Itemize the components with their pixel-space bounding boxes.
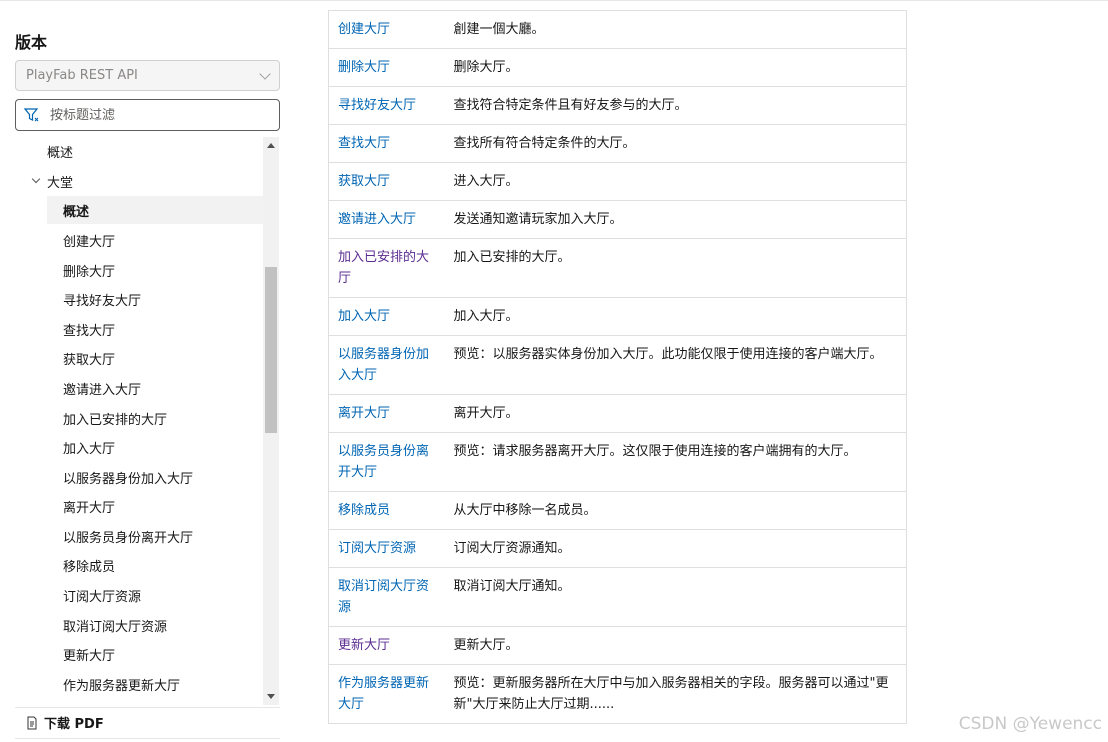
table-row: 加入大厅 加入大厅。	[328, 297, 907, 336]
divider	[15, 707, 280, 708]
operation-link[interactable]: 订阅大厅资源	[338, 541, 416, 556]
toc-item[interactable]: 加入已安排的大厅	[63, 404, 167, 432]
table-row: 以服务员身份离开大厅 预览：请求服务器离开大厅。这仅限于使用连接的客户端拥有的大…	[328, 432, 907, 492]
watermark: CSDN @Yewencc	[958, 714, 1102, 734]
toc-scrollbar[interactable]	[263, 137, 279, 705]
table-row: 寻找好友大厅 查找符合特定条件且有好友参与的大厅。	[328, 86, 907, 125]
operation-link[interactable]: 查找大厅	[338, 136, 390, 151]
toc-item-overview[interactable]: 概述	[47, 137, 73, 165]
operation-description: 离开大厅。	[444, 394, 907, 433]
toc-item[interactable]: 取消订阅大厅资源	[63, 611, 167, 639]
toc-item[interactable]: 离开大厅	[63, 492, 115, 520]
operation-link[interactable]: 以服务器身份加入大厅	[338, 347, 429, 383]
operation-description: 预览：请求服务器离开大厅。这仅限于使用连接的客户端拥有的大厅。	[444, 432, 907, 492]
operation-description: 取消订阅大厅通知。	[444, 567, 907, 627]
operation-description: 预览：更新服务器所在大厅中与加入服务器相关的字段。服务器可以通过"更新"大厅来防…	[444, 664, 907, 724]
table-row: 加入已安排的大厅 加入已安排的大厅。	[328, 238, 907, 298]
operation-link[interactable]: 删除大厅	[338, 60, 390, 75]
scroll-down-arrow-icon[interactable]	[267, 694, 275, 699]
table-row: 订阅大厅资源 订阅大厅资源通知。	[328, 529, 907, 568]
sidebar: 版本 PlayFab REST API 概述 大堂 概述 创建大厅 删除大厅 寻…	[0, 0, 295, 742]
operation-description: 从大厅中移除一名成员。	[444, 491, 907, 530]
table-row: 作为服务器更新大厅 预览：更新服务器所在大厅中与加入服务器相关的字段。服务器可以…	[328, 664, 907, 724]
chevron-down-icon	[31, 174, 41, 184]
operation-link[interactable]: 获取大厅	[338, 174, 390, 189]
toc-item[interactable]: 加入大厅	[63, 433, 115, 461]
operation-link[interactable]: 以服务员身份离开大厅	[338, 444, 429, 480]
toc-item[interactable]: 以服务器身份加入大厅	[63, 463, 193, 491]
operation-description: 预览：以服务器实体身份加入大厅。此功能仅限于使用连接的客户端大厅。	[444, 335, 907, 395]
toc-item[interactable]: 寻找好友大厅	[63, 285, 141, 313]
table-row: 获取大厅 进入大厅。	[328, 162, 907, 201]
table-row: 取消订阅大厅资源 取消订阅大厅通知。	[328, 567, 907, 627]
version-select-value: PlayFab REST API	[26, 68, 138, 83]
filter-icon	[24, 107, 42, 123]
document-icon	[25, 716, 39, 730]
operation-description: 查找所有符合特定条件的大厅。	[444, 124, 907, 163]
filter-input-box[interactable]	[15, 99, 280, 131]
operation-description: 进入大厅。	[444, 162, 907, 201]
toc-item[interactable]: 订阅大厅资源	[63, 581, 141, 609]
operation-link[interactable]: 创建大厅	[338, 22, 390, 37]
scroll-up-arrow-icon[interactable]	[267, 143, 275, 148]
download-pdf-label: 下载 PDF	[44, 717, 104, 732]
table-row: 移除成员 从大厅中移除一名成员。	[328, 491, 907, 530]
table-row: 邀请进入大厅 发送通知邀请玩家加入大厅。	[328, 200, 907, 239]
toc-item[interactable]: 邀请进入大厅	[63, 374, 141, 402]
operation-description: 加入大厅。	[444, 297, 907, 336]
api-operations-table: 创建大厅 創建一個大廳。 删除大厅 删除大厅。 寻找好友大厅 查找符合特定条件且…	[328, 10, 907, 724]
operation-link[interactable]: 寻找好友大厅	[338, 98, 416, 113]
toc-item[interactable]: 以服务员身份离开大厅	[63, 522, 193, 550]
operation-description: 查找符合特定条件且有好友参与的大厅。	[444, 86, 907, 125]
table-row: 更新大厅 更新大厅。	[328, 626, 907, 665]
divider	[15, 738, 280, 739]
download-pdf-link[interactable]: 下载 PDF	[25, 713, 104, 732]
toc-item[interactable]: 创建大厅	[63, 226, 115, 254]
table-row: 删除大厅 删除大厅。	[328, 48, 907, 87]
toc-item[interactable]: 删除大厅	[63, 256, 115, 284]
toc-item[interactable]: 查找大厅	[63, 315, 115, 343]
operation-description: 发送通知邀请玩家加入大厅。	[444, 200, 907, 239]
toc-item-lobby-overview[interactable]: 概述	[47, 196, 263, 224]
operation-link[interactable]: 移除成员	[338, 503, 390, 518]
toc-group-lobby[interactable]: 大堂	[31, 167, 74, 195]
toc-group-label: 大堂	[47, 175, 74, 191]
filter-input[interactable]	[50, 107, 250, 123]
operation-description: 删除大厅。	[444, 48, 907, 87]
table-row: 以服务器身份加入大厅 预览：以服务器实体身份加入大厅。此功能仅限于使用连接的客户…	[328, 335, 907, 395]
table-row: 离开大厅 离开大厅。	[328, 394, 907, 433]
toc-item[interactable]: 获取大厅	[63, 344, 115, 372]
toc-tree: 概述 大堂 概述 创建大厅 删除大厅 寻找好友大厅 查找大厅 获取大厅 邀请进入…	[15, 137, 280, 705]
operation-description: 更新大厅。	[444, 626, 907, 665]
operation-description: 加入已安排的大厅。	[444, 238, 907, 298]
toc-item[interactable]: 更新大厅	[63, 640, 115, 668]
operation-link[interactable]: 邀请进入大厅	[338, 212, 416, 227]
scroll-thumb[interactable]	[265, 267, 277, 433]
toc-item[interactable]: 作为服务器更新大厅	[63, 670, 180, 698]
chevron-down-icon	[259, 67, 271, 80]
operation-description: 订阅大厅资源通知。	[444, 529, 907, 568]
version-select[interactable]: PlayFab REST API	[15, 60, 280, 91]
operation-link[interactable]: 作为服务器更新大厅	[338, 676, 429, 712]
operation-link[interactable]: 加入已安排的大厅	[338, 250, 429, 286]
operation-link[interactable]: 更新大厅	[338, 638, 390, 653]
table-row: 创建大厅 創建一個大廳。	[328, 10, 907, 49]
table-row: 查找大厅 查找所有符合特定条件的大厅。	[328, 124, 907, 163]
toc-item[interactable]: 移除成员	[63, 551, 115, 579]
operation-link[interactable]: 离开大厅	[338, 406, 390, 421]
operation-link[interactable]: 加入大厅	[338, 309, 390, 324]
operation-description: 創建一個大廳。	[444, 10, 907, 49]
operation-link[interactable]: 取消订阅大厅资源	[338, 579, 429, 615]
version-heading: 版本	[15, 33, 48, 52]
